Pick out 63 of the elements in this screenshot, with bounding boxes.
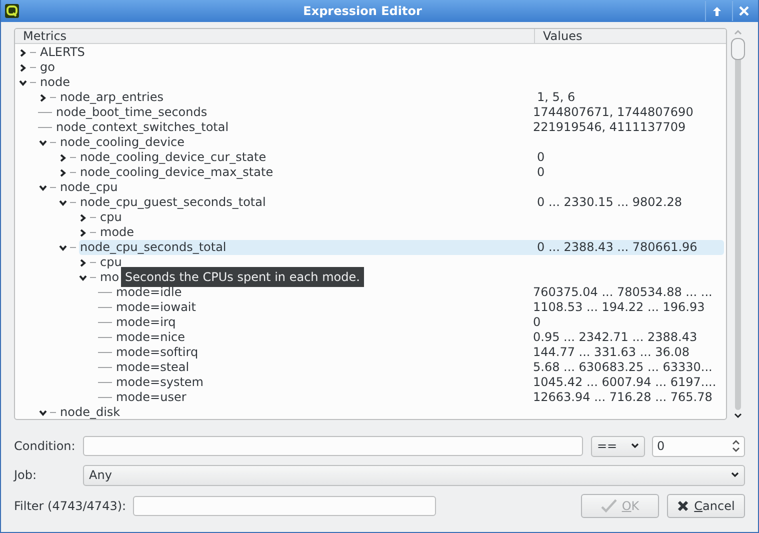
metric-label: node_disk	[60, 405, 120, 419]
app-logo-icon	[4, 3, 20, 19]
scroll-down-icon[interactable]	[733, 412, 743, 420]
metric-label: mode=system	[116, 375, 204, 389]
condition-label: Condition:	[14, 439, 76, 453]
scrollbar[interactable]	[731, 28, 745, 420]
metric-value: 221919546, 4111137709	[533, 120, 686, 134]
metric-label: mode=irq	[116, 315, 176, 329]
metric-label: node_context_switches_total	[56, 120, 229, 134]
column-header[interactable]: Metrics	[19, 29, 67, 43]
operator-dropdown[interactable]: ==	[591, 436, 645, 456]
metric-label: mode=idle	[116, 285, 182, 299]
metric-value: 1108.53 ... 194.22 ... 196.93	[533, 300, 705, 314]
cancel-button[interactable]: Cancel	[667, 494, 745, 518]
metric-label: cpu	[100, 255, 122, 269]
metric-label: mode=iowait	[116, 300, 196, 314]
metric-value: 1045.42 ... 6007.94 ... 6197....	[533, 375, 716, 389]
selected-row-highlight[interactable]: node_cpu_seconds_total 0 ... 2388.43 ... 780661.96	[79, 240, 724, 255]
close-icon	[739, 6, 749, 16]
metric-label: mode=nice	[116, 330, 186, 344]
number-spinbox[interactable]: 0	[652, 436, 745, 456]
metric-value: 0	[537, 165, 545, 179]
filter-label: Filter (4743/4743):	[14, 499, 126, 513]
job-dropdown[interactable]: Any	[83, 464, 745, 486]
metric-value: 0 ... 2388.43 ... 780661.96	[537, 240, 698, 254]
metric-label: go	[40, 60, 55, 74]
metric-label: mode=softirq	[116, 345, 198, 359]
filter-field[interactable]	[133, 496, 436, 516]
condition-field[interactable]	[83, 436, 583, 456]
metric-label: node_cpu_guest_seconds_total	[80, 195, 266, 209]
metric-value: 0 ... 2330.15 ... 9802.28	[537, 195, 682, 209]
metric-value: 5.68 ... 630683.25 ... 63330...	[533, 360, 712, 374]
metric-label: node_cooling_device_max_state	[80, 165, 274, 179]
scrollbar-thumb[interactable]	[731, 38, 745, 60]
metric-label: node_cpu_seconds_total	[80, 240, 226, 254]
metric-value: 1744807671, 1744807690	[533, 105, 694, 119]
metric-value: 760375.04 ... 780534.88 ... ...	[533, 285, 712, 299]
window-title: Expression Editor	[302, 4, 423, 18]
column-header[interactable]: Values	[539, 29, 582, 43]
metric-label: node_boot_time_seconds	[56, 105, 208, 119]
cancel-icon	[677, 500, 690, 512]
metric-label: node_cooling_device_cur_state	[80, 150, 266, 164]
metric-label: mo	[100, 270, 120, 284]
metric-label: mode=steal	[116, 360, 190, 374]
job-label: Job:	[14, 468, 37, 482]
metric-label: ALERTS	[40, 45, 85, 59]
checkmark-icon	[600, 499, 617, 513]
metric-label: mode	[100, 225, 134, 239]
metric-value: 1, 5, 6	[537, 90, 576, 104]
metric-label: node_cpu	[60, 180, 118, 194]
metric-label: mode=user	[116, 390, 186, 404]
tooltip: Seconds the CPUs spent in each mode.	[121, 267, 364, 287]
metric-value: 0.95 ... 2342.71 ... 2388.43	[533, 330, 698, 344]
metric-label: cpu	[100, 210, 122, 224]
metric-label: node_arp_entries	[60, 90, 164, 104]
metric-value: 12663.94 ... 716.28 ... 765.78	[533, 390, 712, 404]
metric-label: node	[40, 75, 70, 89]
metric-value: 144.77 ... 331.63 ... 36.08	[533, 345, 690, 359]
spin-arrows-icon[interactable]	[732, 439, 740, 453]
up-arrow-icon	[712, 6, 722, 16]
metric-value: 0	[537, 150, 545, 164]
metric-value: 0	[533, 315, 541, 329]
metric-label: node_cooling_device	[60, 135, 185, 149]
